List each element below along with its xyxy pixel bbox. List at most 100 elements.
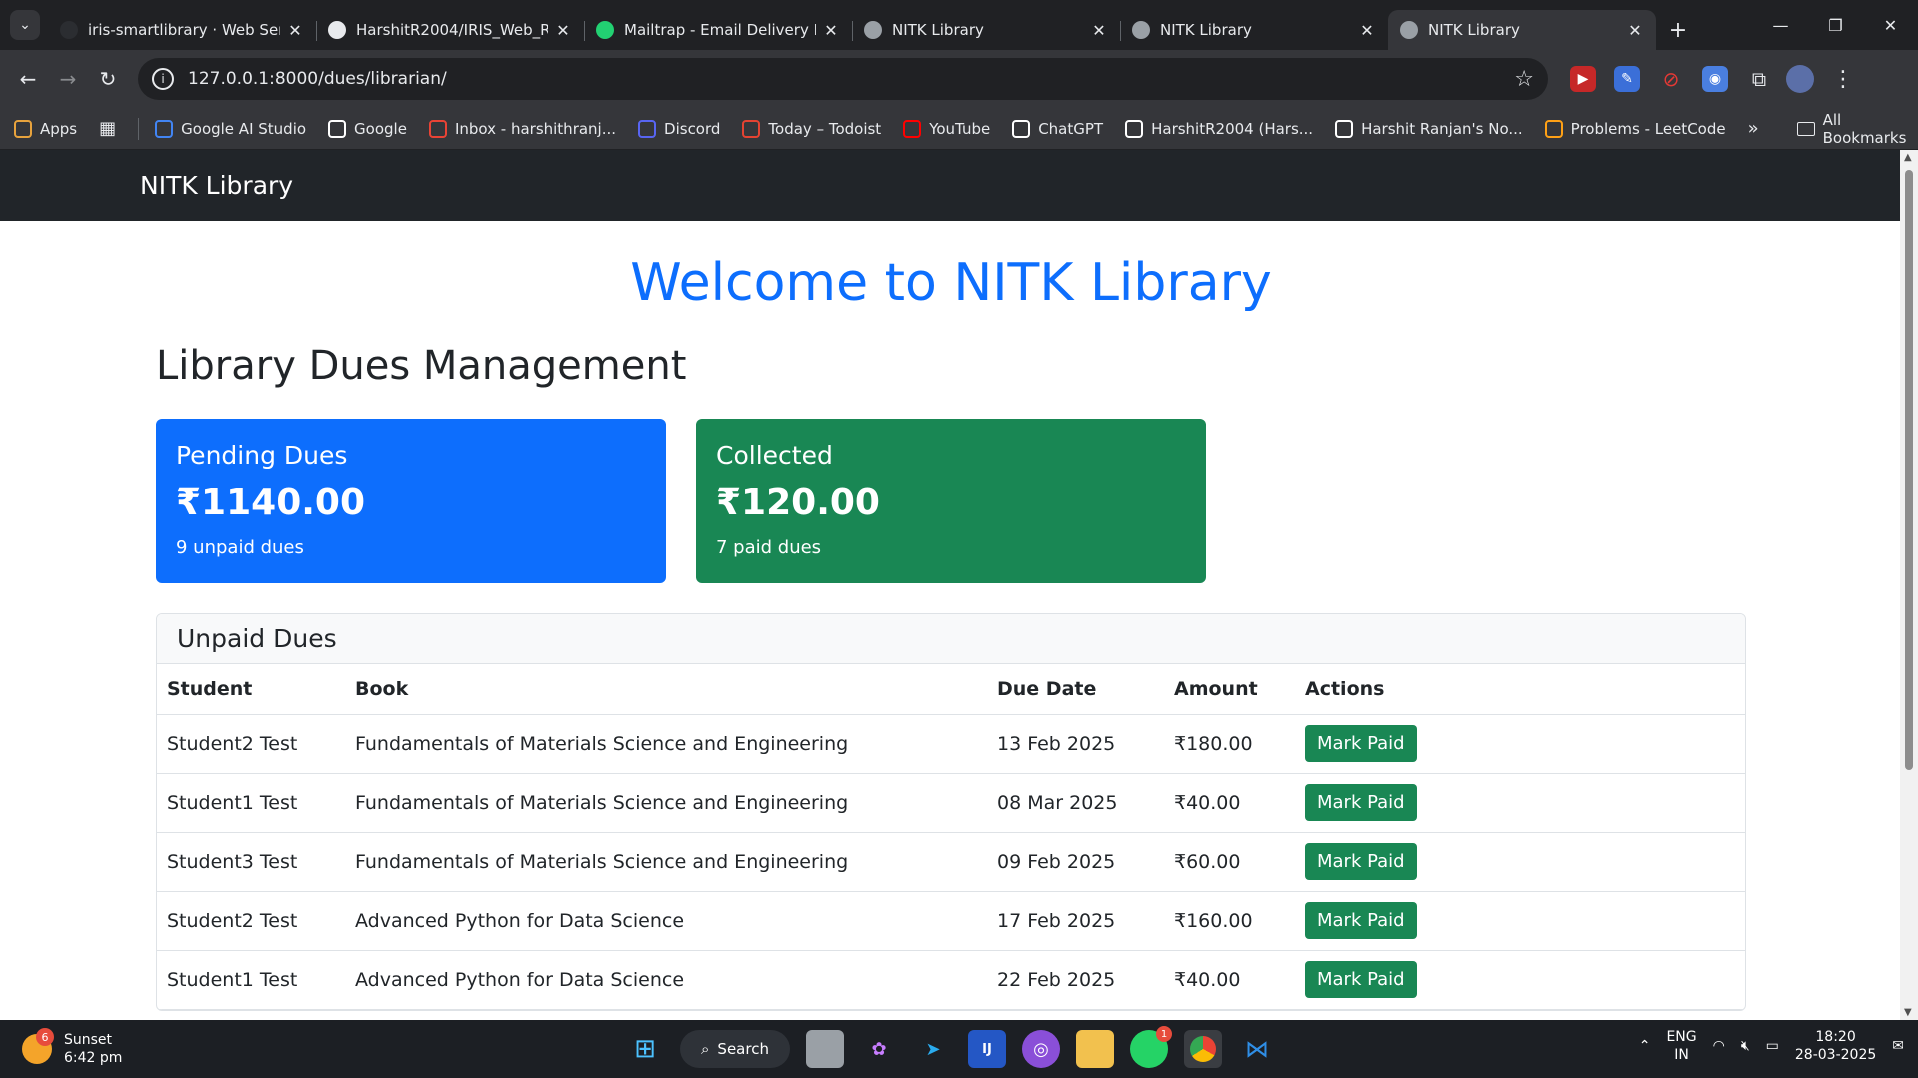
minimize-button[interactable]: — xyxy=(1753,16,1808,35)
navbar-brand[interactable]: NITK Library xyxy=(140,171,293,200)
new-tab-button[interactable]: + xyxy=(1662,14,1694,46)
bookmarks-bar: Apps ▦ Google AI Studio Google Inbox - harsh… xyxy=(0,108,1918,150)
scrollbar-thumb[interactable] xyxy=(1905,170,1913,770)
clock[interactable]: 18:20 28-03-2025 xyxy=(1795,1028,1876,1064)
chrome-icon[interactable] xyxy=(1184,1030,1222,1068)
browser-tab[interactable]: Mailtrap - Email Delivery P ✕ xyxy=(584,10,852,50)
language-indicator[interactable]: ENG IN xyxy=(1666,1028,1696,1064)
browser-tab[interactable]: iris-smartlibrary · Web Ser ✕ xyxy=(48,10,316,50)
mark-paid-button[interactable]: Mark Paid xyxy=(1305,784,1417,821)
address-bar[interactable]: i 127.0.0.1:8000/dues/librarian/ ☆ xyxy=(138,58,1548,100)
telegram-icon[interactable]: ➤ xyxy=(914,1030,952,1068)
bookmark-star-icon[interactable]: ☆ xyxy=(1514,67,1534,92)
github-desktop-icon[interactable]: ◎ xyxy=(1022,1030,1060,1068)
cell-book: Advanced Python for Data Science xyxy=(345,891,987,951)
mark-paid-button[interactable]: Mark Paid xyxy=(1305,843,1417,880)
windows-taskbar: 6 Sunset 6:42 pm ⊞ ⌕ Search ✿ ➤ IJ ◎ 1 ⋈… xyxy=(0,1020,1918,1078)
url-text[interactable]: 127.0.0.1:8000/dues/librarian/ xyxy=(188,69,1514,89)
intellij-icon[interactable]: IJ xyxy=(968,1030,1006,1068)
browser-tab[interactable]: NITK Library ✕ xyxy=(852,10,1120,50)
back-button[interactable]: ← xyxy=(8,59,48,99)
bookmarks-divider xyxy=(138,117,140,140)
all-bookmarks-button[interactable]: All Bookmarks xyxy=(1796,111,1906,147)
bookmark-item[interactable]: Discord xyxy=(638,119,721,138)
collected-card: Collected ₹120.00 7 paid dues xyxy=(696,419,1206,583)
close-tab-icon[interactable]: ✕ xyxy=(1358,21,1376,40)
extension-blue-icon[interactable]: ✎ xyxy=(1614,66,1640,92)
bookmark-label: Problems - LeetCode xyxy=(1570,119,1726,138)
bookmarks-overflow-icon[interactable]: » xyxy=(1748,118,1759,139)
bookmark-item[interactable]: Today – Todoist xyxy=(742,119,881,138)
table-row: Student2 Test Advanced Python for Data Sc… xyxy=(157,891,1745,951)
bookmark-item[interactable]: Apps xyxy=(14,119,77,138)
tray-overflow-icon[interactable]: ⌃ xyxy=(1639,1038,1651,1054)
bookmark-item[interactable]: Inbox - harshithranj... xyxy=(428,119,617,138)
reload-button[interactable]: ↻ xyxy=(88,59,128,99)
mark-paid-button[interactable]: Mark Paid xyxy=(1305,902,1417,939)
apps-grid-icon xyxy=(14,119,32,138)
unpaid-dues-title: Unpaid Dues xyxy=(157,614,1745,664)
github-icon xyxy=(328,21,346,39)
close-tab-icon[interactable]: ✕ xyxy=(1626,21,1644,40)
browser-tab[interactable]: NITK Library ✕ xyxy=(1388,10,1656,50)
unpaid-dues-panel: Unpaid Dues Student Book Due Date Amount… xyxy=(156,613,1746,1011)
collected-count: 7 paid dues xyxy=(716,537,822,558)
extensions-puzzle-icon[interactable]: ⧉ xyxy=(1746,66,1772,92)
profile-avatar[interactable] xyxy=(1786,65,1814,93)
notification-icon[interactable]: ✉ xyxy=(1892,1038,1904,1054)
blocker-icon[interactable]: ⊘ xyxy=(1658,66,1684,92)
globe-icon xyxy=(1400,21,1418,39)
bookmark-item[interactable]: YouTube xyxy=(903,119,990,138)
forward-button[interactable]: → xyxy=(48,59,88,99)
column-header: Book xyxy=(345,664,987,715)
bookmark-item[interactable]: Harshit Ranjan's No... xyxy=(1335,119,1523,138)
taskbar-search[interactable]: ⌕ Search xyxy=(680,1030,790,1068)
bookmark-item[interactable]: Problems - LeetCode xyxy=(1544,119,1726,138)
extension-red-icon[interactable]: ▶ xyxy=(1570,66,1596,92)
mark-paid-button[interactable]: Mark Paid xyxy=(1305,725,1417,762)
site-info-icon[interactable]: i xyxy=(152,68,174,90)
scroll-up-icon[interactable]: ▲ xyxy=(1904,152,1914,163)
wifi-icon[interactable]: ◠ xyxy=(1713,1038,1725,1054)
screen-capture-icon[interactable]: ◉ xyxy=(1702,66,1728,92)
page-scrollbar[interactable]: ▲ ▼ xyxy=(1900,150,1918,1020)
collected-title: Collected xyxy=(716,441,833,470)
copilot-icon[interactable]: ✿ xyxy=(860,1030,898,1068)
close-tab-icon[interactable]: ✕ xyxy=(554,21,572,40)
column-header: Due Date xyxy=(987,664,1164,715)
whatsapp-icon[interactable]: 1 xyxy=(1130,1026,1172,1068)
battery-icon[interactable]: ▭ xyxy=(1766,1038,1779,1054)
task-view-icon[interactable] xyxy=(806,1030,844,1068)
mark-paid-button[interactable]: Mark Paid xyxy=(1305,961,1417,998)
bookmark-item[interactable]: ChatGPT xyxy=(1012,119,1103,138)
browser-tab[interactable]: HarshitR2004/IRIS_Web_Re ✕ xyxy=(316,10,584,50)
close-window-button[interactable]: ✕ xyxy=(1863,16,1918,35)
bookmark-item[interactable]: HarshitR2004 (Hars... xyxy=(1125,119,1313,138)
bookmark-label: Discord xyxy=(664,119,721,138)
close-tab-icon[interactable]: ✕ xyxy=(1090,21,1108,40)
close-tab-icon[interactable]: ✕ xyxy=(822,21,840,40)
restore-button[interactable]: ❐ xyxy=(1808,16,1863,35)
weather-widget[interactable]: 6 Sunset 6:42 pm xyxy=(22,1028,322,1067)
tab-groups-icon[interactable]: ▦ xyxy=(99,118,116,139)
speaker-muted-icon[interactable]: 🔇︎ xyxy=(1741,1038,1750,1054)
cell-student: Student2 Test xyxy=(157,891,345,951)
cell-actions: Mark Paid xyxy=(1295,891,1745,951)
table-row: Student2 Test Fundamentals of Materials S… xyxy=(157,714,1745,774)
bookmark-item[interactable]: Google AI Studio xyxy=(155,119,306,138)
start-icon[interactable]: ⊞ xyxy=(626,1030,664,1068)
vscode-icon[interactable]: ⋈ xyxy=(1238,1030,1276,1068)
leetcode-icon xyxy=(1544,119,1563,138)
close-tab-icon[interactable]: ✕ xyxy=(286,21,304,40)
bookmark-label: Inbox - harshithranj... xyxy=(454,119,617,138)
tab-search-button[interactable]: ⌄ xyxy=(10,10,40,40)
file-explorer-icon[interactable] xyxy=(1076,1030,1114,1068)
cell-actions: Mark Paid xyxy=(1295,773,1745,833)
tab-title: NITK Library xyxy=(892,21,984,39)
scroll-down-icon[interactable]: ▼ xyxy=(1904,1007,1914,1018)
cell-actions: Mark Paid xyxy=(1295,950,1745,1010)
browser-tab[interactable]: NITK Library ✕ xyxy=(1120,10,1388,50)
browser-menu-icon[interactable]: ⋮ xyxy=(1832,67,1854,92)
bookmark-item[interactable]: Google xyxy=(328,119,407,138)
column-header: Amount xyxy=(1164,664,1295,715)
